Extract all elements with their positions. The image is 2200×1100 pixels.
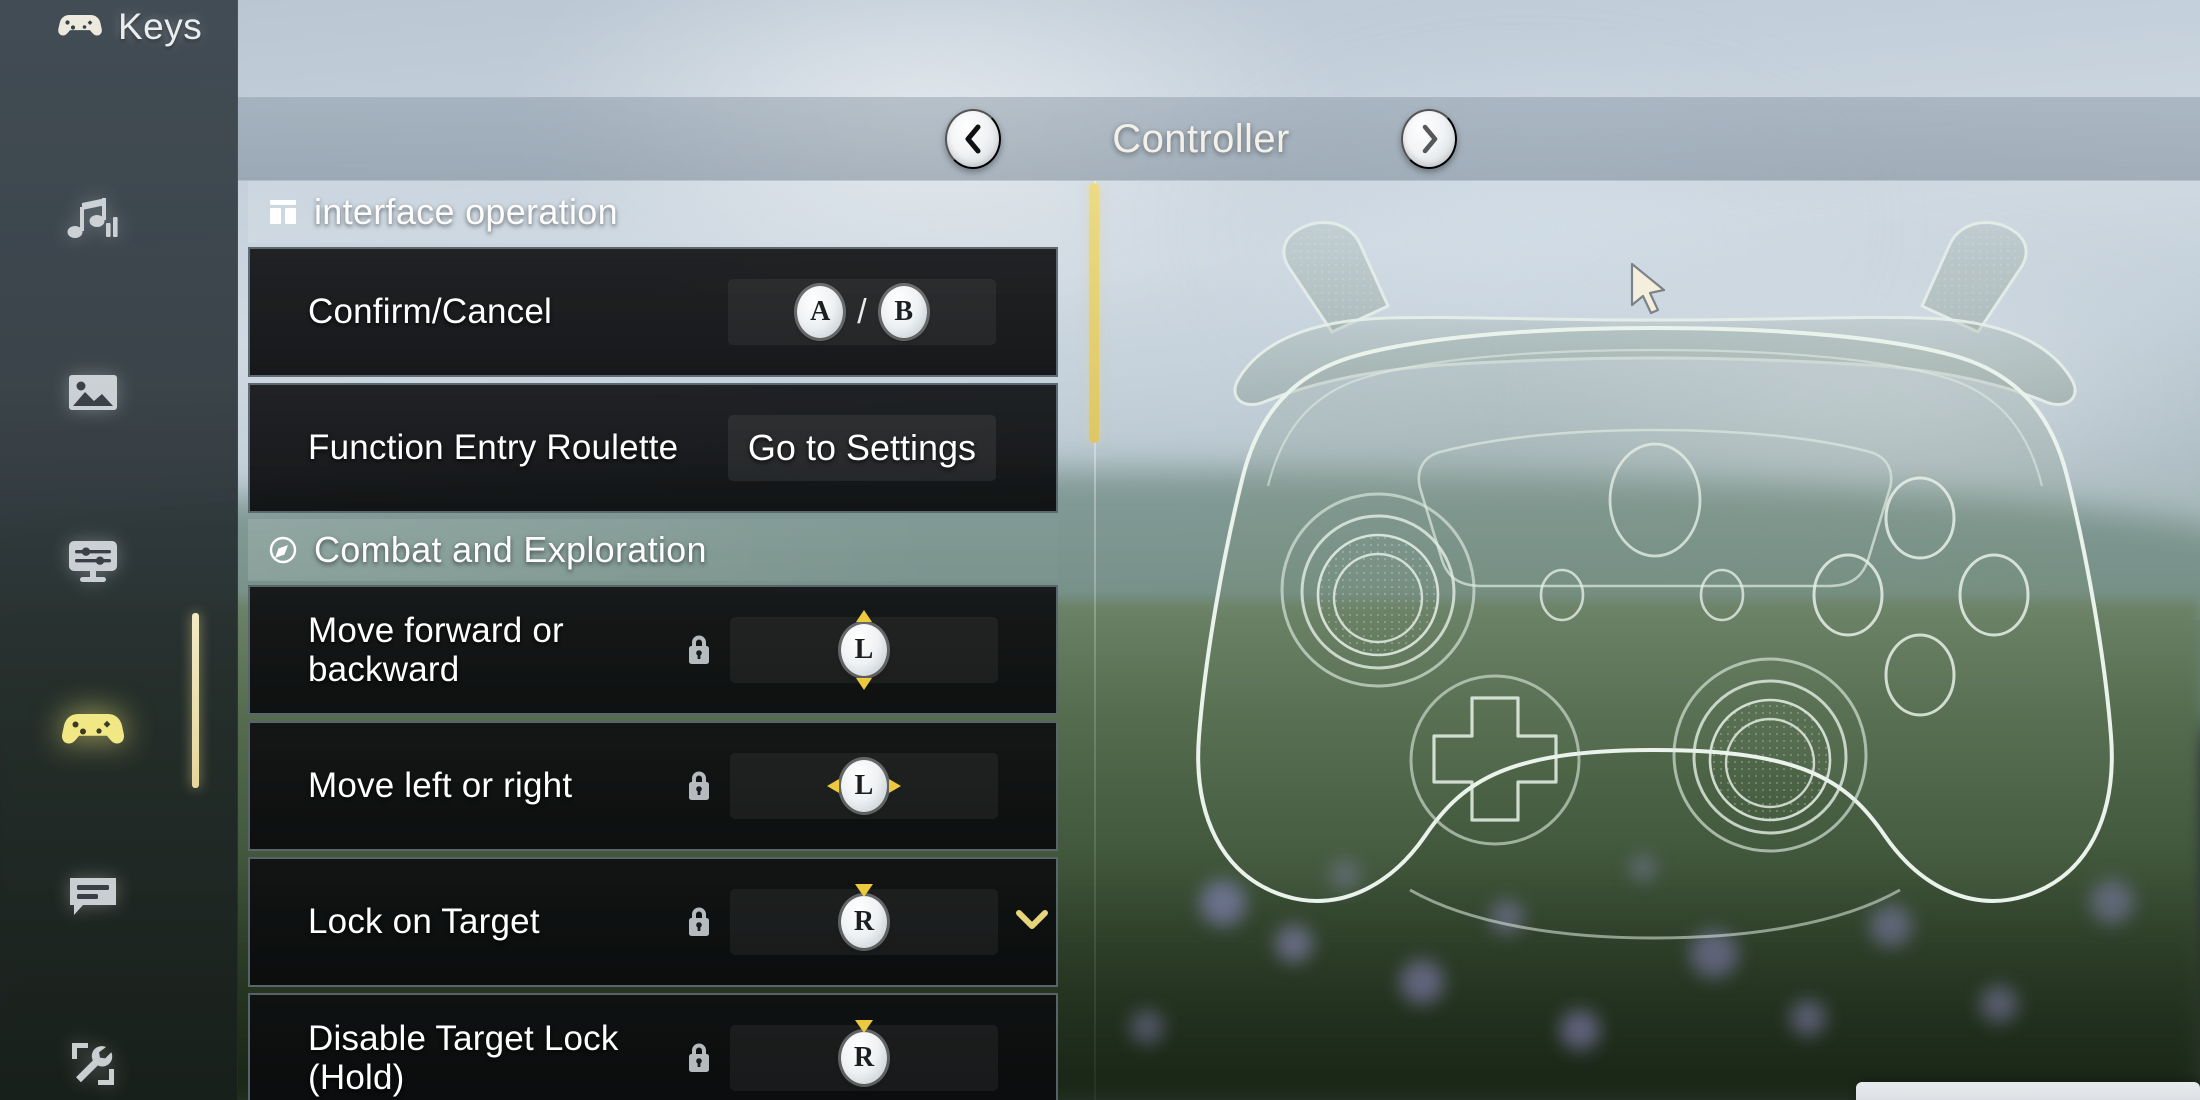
music-note-icon bbox=[62, 193, 124, 255]
padlock-icon bbox=[684, 633, 714, 667]
binding-value-right-stick-press[interactable]: R bbox=[730, 1020, 998, 1091]
sidebar-item-keys[interactable] bbox=[0, 644, 238, 812]
left-stick-glyph: L bbox=[827, 760, 901, 812]
option-row-function-entry-roulette[interactable]: Function Entry Roulette Go to Settings bbox=[248, 383, 1058, 513]
padlock-icon bbox=[684, 769, 714, 803]
sidebar-item-tools[interactable] bbox=[0, 980, 238, 1100]
controller-preview bbox=[1110, 200, 2200, 960]
gamepad-icon bbox=[58, 10, 102, 45]
binding-value-buttons[interactable]: A / B bbox=[728, 279, 996, 345]
padlock-icon bbox=[684, 1041, 714, 1075]
chevron-left-icon bbox=[962, 124, 984, 154]
scrollbar-thumb[interactable] bbox=[1089, 183, 1099, 443]
section-header-interface: interface operation bbox=[248, 181, 1058, 243]
separator: / bbox=[857, 292, 867, 331]
option-label: Disable Target Lock (Hold) bbox=[308, 1018, 619, 1097]
monitor-sliders-icon bbox=[62, 529, 124, 591]
binding-value-right-stick-press[interactable]: R bbox=[730, 884, 998, 955]
page-title: Controller bbox=[1112, 116, 1290, 161]
option-label: Move forward or backward bbox=[308, 610, 564, 689]
page-header: Controller bbox=[238, 97, 2200, 181]
option-label: Confirm/Cancel bbox=[308, 292, 552, 332]
right-stick-glyph: R bbox=[841, 1020, 887, 1084]
padlock-icon bbox=[684, 905, 714, 939]
section-title: Combat and Exploration bbox=[314, 529, 707, 570]
bokeh-flower bbox=[1980, 985, 2018, 1023]
option-label: Function Entry Roulette bbox=[308, 428, 679, 468]
controller-illustration bbox=[1196, 221, 2114, 940]
option-label: Lock on Target bbox=[308, 902, 540, 942]
sidebar-item-graphics[interactable] bbox=[0, 308, 238, 476]
button-a-glyph: A bbox=[797, 286, 844, 338]
layout-grid-icon bbox=[268, 197, 298, 227]
sidebar-item-chat[interactable] bbox=[0, 812, 238, 980]
bokeh-flower bbox=[1790, 1000, 1826, 1036]
option-label: Move left or right bbox=[308, 766, 573, 806]
sidebar-item-display[interactable] bbox=[0, 476, 238, 644]
sidebar-nav-list bbox=[0, 140, 238, 1100]
chevron-down-icon bbox=[1015, 909, 1049, 936]
bokeh-flower bbox=[1560, 1010, 1600, 1050]
binding-value-left-stick-vertical[interactable]: L bbox=[730, 610, 998, 690]
settings-list: interface operation Confirm/Cancel A / B… bbox=[192, 181, 1058, 1100]
app-title-label: Keys bbox=[118, 6, 203, 47]
button-b-glyph: B bbox=[880, 286, 927, 338]
compass-icon bbox=[268, 535, 298, 565]
option-row-disable-target-lock[interactable]: Disable Target Lock (Hold) R bbox=[248, 993, 1058, 1100]
chevron-right-icon bbox=[1418, 124, 1440, 154]
chat-bubble-icon bbox=[62, 865, 124, 927]
bokeh-flower bbox=[1400, 960, 1444, 1004]
bottom-panel-sliver bbox=[1856, 1082, 2200, 1100]
page-switcher: Controller bbox=[945, 109, 1457, 169]
section-accent-bar bbox=[192, 613, 199, 788]
right-stick-glyph: R bbox=[841, 884, 887, 948]
left-stick-glyph: L bbox=[841, 610, 887, 690]
option-row-move-left-right[interactable]: Move left or right L bbox=[248, 721, 1058, 851]
binding-text: Go to Settings bbox=[747, 427, 977, 468]
expand-chevron-button[interactable] bbox=[1008, 909, 1056, 936]
section-title: interface operation bbox=[314, 191, 618, 232]
option-row-confirm-cancel[interactable]: Confirm/Cancel A / B bbox=[248, 247, 1058, 377]
binding-value-left-stick-horizontal[interactable]: L bbox=[730, 753, 998, 819]
bokeh-flower bbox=[1130, 1010, 1164, 1044]
option-row-lock-on-target[interactable]: Lock on Target R bbox=[248, 857, 1058, 987]
sidebar: Keys bbox=[0, 0, 238, 1100]
next-page-button[interactable] bbox=[1401, 109, 1457, 169]
binding-value-goto-settings[interactable]: Go to Settings bbox=[728, 415, 996, 481]
image-picture-icon bbox=[62, 361, 124, 423]
previous-page-button[interactable] bbox=[945, 109, 1001, 169]
wrench-tools-icon bbox=[62, 1033, 124, 1095]
gamepad-icon bbox=[61, 697, 125, 759]
option-row-move-forward-backward[interactable]: Move forward or backward L bbox=[192, 585, 1058, 788]
section-header-combat: Combat and Exploration bbox=[248, 519, 1058, 581]
app-title: Keys bbox=[58, 6, 202, 48]
sidebar-item-audio[interactable] bbox=[0, 140, 238, 308]
